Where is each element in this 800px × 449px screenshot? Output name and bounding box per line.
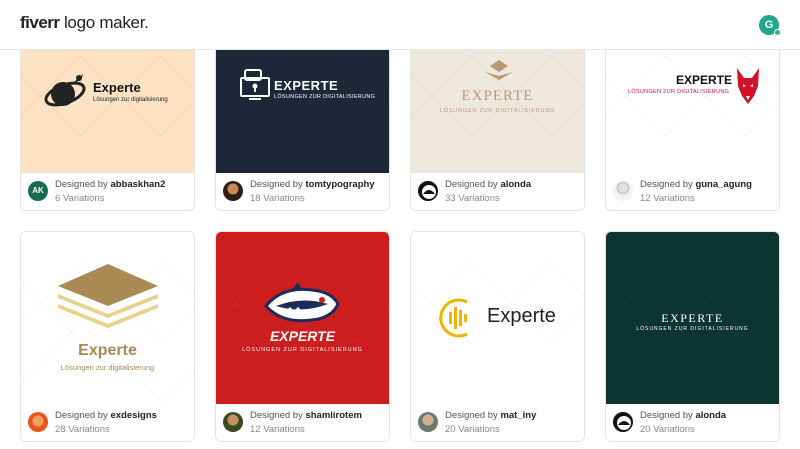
designer-avatar[interactable]: [418, 181, 438, 201]
designed-by-text: Designed by mat_iny: [445, 410, 536, 421]
logo-subtitle: Lösungen zur digitalisierung: [93, 97, 168, 103]
card-meta: Designed by shamlirotem 12 Variations: [216, 404, 389, 441]
variations-count: 33 Variations: [445, 193, 500, 204]
shark-mascot-icon: [264, 282, 340, 323]
online-status-dot: [774, 29, 781, 36]
designed-by-text: Designed by shamlirotem: [250, 410, 362, 421]
designer-initials: AK: [32, 186, 44, 195]
designer-avatar[interactable]: [418, 412, 438, 432]
logo-card[interactable]: EXPERTE LÖSUNGEN ZUR DIGITALISIERUNG Des…: [605, 35, 780, 211]
logo-preview[interactable]: EXPERTE LÖSUNGEN ZUR DIGITALISIERUNG: [216, 232, 389, 406]
logo-title: Experte: [93, 80, 141, 95]
logo-preview[interactable]: EXPERTE LÖSUNGEN ZUR DIGITALISIERUNG: [216, 36, 389, 175]
card-meta: Designed by alonda 33 Variations: [411, 173, 584, 210]
logo-card[interactable]: Experte Lösungen zur digitalisierung Des…: [20, 231, 195, 442]
designed-by-prefix: Designed by: [250, 410, 306, 421]
designer-avatar[interactable]: [28, 412, 48, 432]
card-meta: Designed by alonda 20 Variations: [606, 404, 779, 441]
card-meta: Designed by tomtypography 18 Variations: [216, 173, 389, 210]
designer-name[interactable]: abbaskhan2: [110, 179, 165, 190]
logo-title: EXPERTE: [676, 73, 733, 87]
card-meta: Designed by exdesigns 28 Variations: [21, 404, 194, 441]
brand-fiverr: fiverr: [20, 13, 60, 32]
logo-subtitle: LÖSUNGEN ZUR DIGITALISIERUNG: [274, 94, 376, 100]
designer-name[interactable]: alonda: [500, 179, 531, 190]
variations-count: 6 Variations: [55, 193, 105, 204]
variations-count: 28 Variations: [55, 424, 110, 435]
designed-by-prefix: Designed by: [640, 410, 696, 421]
designer-avatar[interactable]: [613, 412, 633, 432]
designer-name[interactable]: tomtypography: [305, 179, 374, 190]
variations-count: 18 Variations: [250, 193, 305, 204]
designer-name[interactable]: exdesigns: [110, 410, 156, 421]
watermark-pattern: [216, 55, 389, 137]
logo-card[interactable]: Experte Lösungen zur digitalisierung AK …: [20, 35, 195, 211]
logo-subtitle: LÖSUNGEN ZUR DIGITALISIERUNG: [242, 347, 363, 353]
logo-title: EXPERTE: [461, 88, 534, 104]
designer-avatar[interactable]: [223, 181, 243, 201]
logo-preview[interactable]: Experte Lösungen zur digitalisierung: [21, 36, 194, 175]
logo-title: EXPERTE: [274, 78, 339, 93]
logo-title: Experte: [487, 305, 556, 327]
logo-card[interactable]: Experte Designed by mat_iny 20 Variation…: [410, 231, 585, 442]
logo-card[interactable]: EXPERTE LÖSUNGEN ZUR DIGITALISIERUNG Des…: [605, 231, 780, 442]
designed-by-text: Designed by alonda: [640, 410, 726, 421]
variations-count: 20 Variations: [445, 424, 500, 435]
designer-name[interactable]: shamlirotem: [305, 410, 362, 421]
fiverr-logo-maker-logo[interactable]: fiverr logo maker.: [20, 13, 149, 33]
logo-subtitle: LÖSUNGEN ZUR DIGITALISIERUNG: [439, 108, 556, 114]
logo-card[interactable]: EXPERTE LÖSUNGEN ZUR DIGITALISIERUNG Des…: [410, 35, 585, 211]
designed-by-text: Designed by exdesigns: [55, 410, 157, 421]
designer-avatar[interactable]: AK: [28, 181, 48, 201]
logo-title: EXPERTE: [661, 311, 724, 325]
variations-count: 12 Variations: [250, 424, 305, 435]
logo-title: Experte: [78, 342, 137, 359]
designed-by-prefix: Designed by: [55, 179, 111, 190]
logo-preview[interactable]: EXPERTE LÖSUNGEN ZUR DIGITALISIERUNG: [606, 232, 779, 406]
logo-card[interactable]: EXPERTE LÖSUNGEN ZUR DIGITALISIERUNG Des…: [215, 231, 390, 442]
variations-count: 12 Variations: [640, 193, 695, 204]
wolf-head-icon: [737, 68, 759, 104]
designer-logo-icon: [422, 185, 436, 199]
designer-name[interactable]: guna_agung: [695, 179, 751, 190]
sound-wave-icon: [439, 298, 468, 338]
logo-card[interactable]: EXPERTE LÖSUNGEN ZUR DIGITALISIERUNG Des…: [215, 35, 390, 211]
designed-by-prefix: Designed by: [55, 410, 111, 421]
designed-by-prefix: Designed by: [250, 179, 306, 190]
designed-by-text: Designed by alonda: [445, 179, 531, 190]
designed-by-text: Designed by abbaskhan2: [55, 179, 165, 190]
designed-by-prefix: Designed by: [445, 179, 501, 190]
top-bar: fiverr logo maker. G: [0, 0, 800, 50]
logo-preview[interactable]: Experte Lösungen zur digitalisierung: [21, 232, 194, 406]
designer-avatar[interactable]: [223, 412, 243, 432]
rocket-planet-icon: [44, 74, 86, 107]
card-meta: Designed by guna_agung 12 Variations: [606, 173, 779, 210]
watermark-pattern: [411, 55, 584, 137]
designer-logo-icon: [617, 416, 631, 430]
user-avatar[interactable]: G: [759, 15, 781, 36]
card-meta: AK Designed by abbaskhan2 6 Variations: [21, 173, 194, 210]
logo-subtitle: LÖSUNGEN ZUR DIGITALISIERUNG: [636, 326, 749, 332]
stacked-layers-icon: [58, 264, 158, 328]
logo-subtitle: LÖSUNGEN ZUR DIGITALISIERUNG: [628, 89, 730, 95]
designer-name[interactable]: alonda: [695, 410, 726, 421]
logo-preview[interactable]: EXPERTE LÖSUNGEN ZUR DIGITALISIERUNG: [411, 36, 584, 175]
designed-by-text: Designed by guna_agung: [640, 179, 752, 190]
logo-title: EXPERTE: [269, 328, 336, 344]
designed-by-text: Designed by tomtypography: [250, 179, 375, 190]
logo-subtitle: Lösungen zur digitalisierung: [60, 363, 155, 372]
logo-preview[interactable]: EXPERTE LÖSUNGEN ZUR DIGITALISIERUNG: [606, 36, 779, 175]
designer-name[interactable]: mat_iny: [500, 410, 536, 421]
user-initial: G: [764, 19, 774, 31]
logo-preview[interactable]: Experte: [411, 232, 584, 406]
computer-lock-icon: [240, 69, 270, 100]
designed-by-prefix: Designed by: [640, 179, 696, 190]
brand-logo-maker: logo maker.: [59, 13, 149, 32]
designer-avatar[interactable]: [613, 181, 633, 201]
designed-by-prefix: Designed by: [445, 410, 501, 421]
diamond-layers-icon: [485, 60, 513, 80]
variations-count: 20 Variations: [640, 424, 695, 435]
card-meta: Designed by mat_iny 20 Variations: [411, 404, 584, 441]
